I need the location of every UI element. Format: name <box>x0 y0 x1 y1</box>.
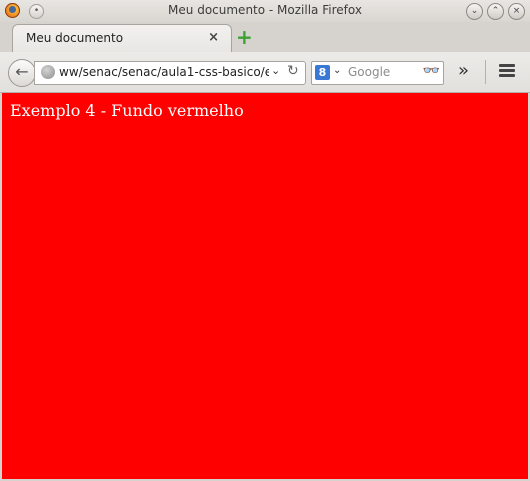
toolbar-separator <box>485 60 486 84</box>
window-title: Meu documento - Mozilla Firefox <box>168 3 362 17</box>
maximize-button[interactable]: ⌃ <box>487 3 504 20</box>
tab-strip: Meu documento × + <box>0 22 530 52</box>
minimize-button[interactable]: ⌄ <box>466 3 483 20</box>
page-content: Exemplo 4 - Fundo vermelho <box>2 93 528 479</box>
overflow-menu-icon[interactable]: » <box>458 60 469 81</box>
reload-icon[interactable]: ↻ <box>287 63 299 79</box>
back-button[interactable]: ← <box>8 59 36 87</box>
binoculars-icon[interactable]: 👓 <box>423 63 440 79</box>
close-tab-icon[interactable]: × <box>208 30 219 45</box>
url-bar[interactable]: ww/senac/senac/aula1-css-basico/ex4 ⌄ ↻ <box>34 61 306 85</box>
search-input[interactable]: Google <box>348 65 390 79</box>
page-heading: Exemplo 4 - Fundo vermelho <box>10 101 244 120</box>
title-bar: • Meu documento - Mozilla Firefox ⌄ ⌃ × <box>0 0 530 22</box>
new-tab-button[interactable]: + <box>236 27 253 47</box>
google-engine-icon[interactable]: 8 <box>315 65 330 80</box>
search-engine-dropdown-icon[interactable]: ⌄ <box>333 65 341 76</box>
navigation-bar: ← ww/senac/senac/aula1-css-basico/ex4 ⌄ … <box>0 52 530 93</box>
tab-meu-documento[interactable]: Meu documento × <box>12 24 232 52</box>
globe-icon[interactable] <box>41 65 55 79</box>
window-close-button[interactable]: × <box>508 3 525 20</box>
tab-label: Meu documento <box>26 31 124 45</box>
hamburger-menu-icon[interactable] <box>499 64 515 78</box>
search-bar[interactable]: 8 ⌄ Google 👓 <box>311 61 444 85</box>
url-dropdown-icon[interactable]: ⌄ <box>271 64 280 77</box>
url-input[interactable]: ww/senac/senac/aula1-css-basico/ex4 <box>59 65 269 79</box>
